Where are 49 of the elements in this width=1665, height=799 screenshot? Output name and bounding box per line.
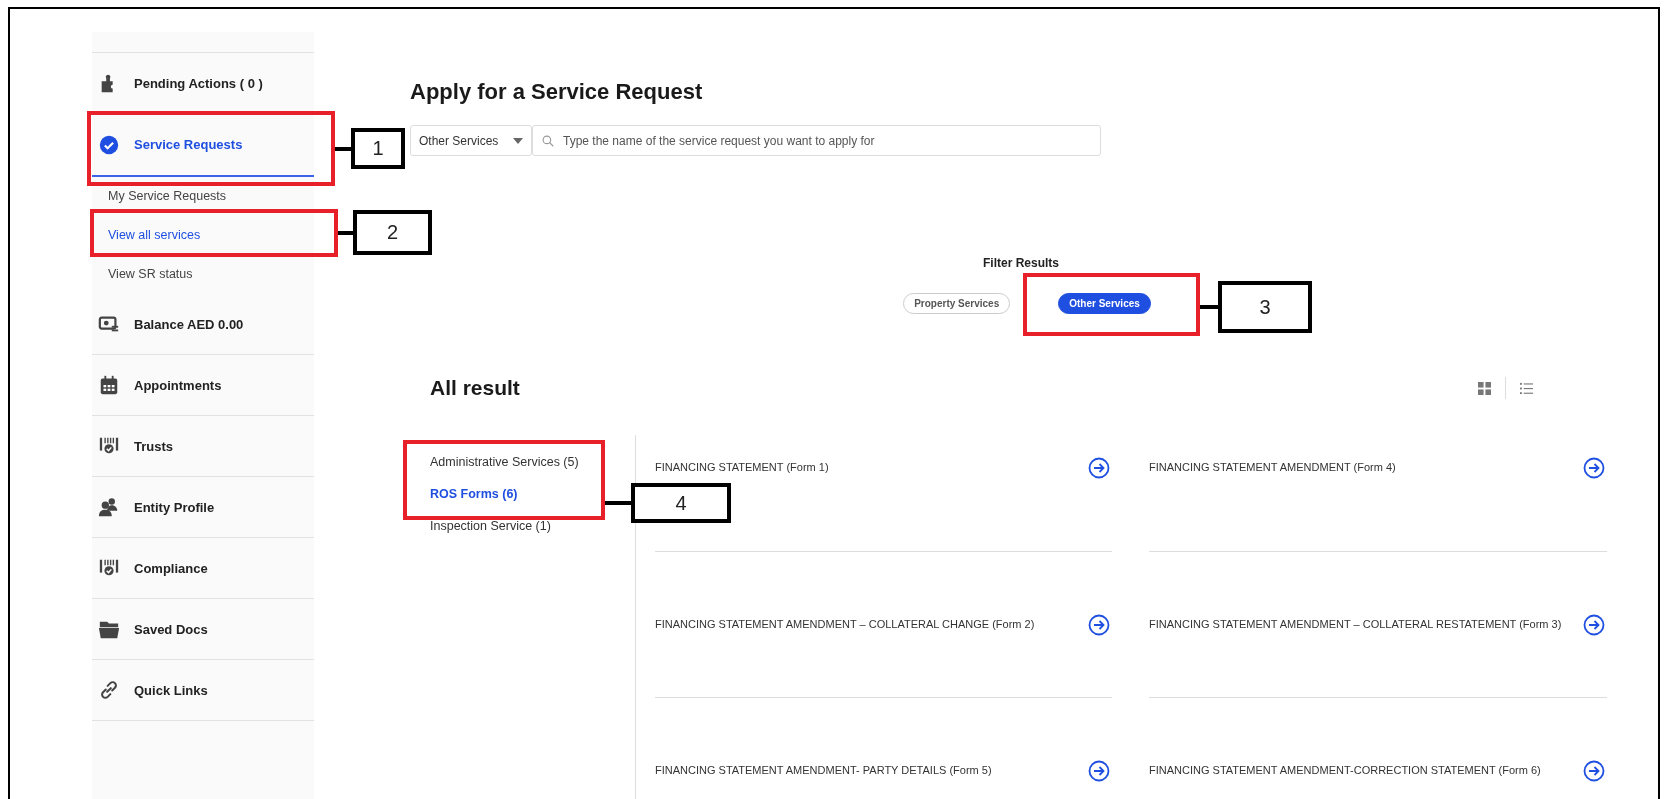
service-name: FINANCING STATEMENT (Form 1) xyxy=(655,460,829,475)
sidebar-subitem[interactable]: View all services xyxy=(108,216,314,255)
callout-number: 2 xyxy=(353,210,432,255)
sidebar-subitem[interactable]: My Service Requests xyxy=(108,177,314,216)
sidebar-item[interactable]: Balance AED 0.00 xyxy=(92,294,314,355)
callout-number: 4 xyxy=(631,483,731,523)
service-item[interactable]: FINANCING STATEMENT AMENDMENT- PARTY DETAILS (Form 5) xyxy=(655,698,1112,799)
sidebar-item[interactable]: Pending Actions ( 0 ) xyxy=(92,53,314,114)
link-icon xyxy=(98,679,120,701)
sidebar-item[interactable]: Saved Docs xyxy=(92,599,314,660)
callout-number: 3 xyxy=(1218,281,1312,333)
service-name: FINANCING STATEMENT AMENDMENT- PARTY DETAILS (Form 5) xyxy=(655,762,992,778)
sidebar-item[interactable]: Trusts xyxy=(92,416,314,477)
service-item[interactable]: FINANCING STATEMENT AMENDMENT – COLLATERAL RESTATEMENT (Form 3) xyxy=(1149,552,1607,698)
filter-chip[interactable]: Other Services xyxy=(1058,293,1151,314)
service-name: FINANCING STATEMENT AMENDMENT (Form 4) xyxy=(1149,460,1396,475)
arrow-right-icon[interactable] xyxy=(1088,457,1110,479)
check-circle-icon xyxy=(98,133,120,156)
page-title: Apply for a Service Request xyxy=(410,79,704,105)
sidebar-subitem[interactable]: View SR status xyxy=(108,255,314,294)
service-name: FINANCING STATEMENT AMENDMENT – COLLATERAL RESTATEMENT (Form 3) xyxy=(1149,616,1562,632)
service-name: FINANCING STATEMENT AMENDMENT-CORRECTION STATEMENT (Form 6) xyxy=(1149,762,1541,778)
service-item[interactable]: FINANCING STATEMENT AMENDMENT – COLLATERAL CHANGE (Form 2) xyxy=(655,552,1112,698)
calendar-icon xyxy=(98,374,120,396)
filter-chip[interactable]: Property Services xyxy=(903,293,1011,314)
results-title: All result xyxy=(430,376,520,400)
grid-view-icon[interactable] xyxy=(1478,381,1491,395)
search-icon xyxy=(542,135,554,147)
sidebar-item[interactable]: Entity Profile xyxy=(92,477,314,538)
arrow-right-icon[interactable] xyxy=(1583,613,1605,636)
list-view-icon[interactable] xyxy=(1520,381,1533,395)
category-dropdown[interactable]: Other Services xyxy=(410,125,532,156)
filter-label: Filter Results xyxy=(983,256,1059,270)
sidebar-item[interactable]: Compliance xyxy=(92,538,314,599)
sidebar-item[interactable]: Quick Links xyxy=(92,660,314,721)
category-link[interactable]: Administrative Services (5) xyxy=(430,455,635,469)
search-field[interactable]: Type the name of the service request you want to apply for xyxy=(532,125,1101,156)
service-item[interactable]: FINANCING STATEMENT AMENDMENT-CORRECTION STATEMENT (Form 6) xyxy=(1149,698,1607,799)
arrow-right-icon[interactable] xyxy=(1088,613,1110,636)
arrow-right-icon[interactable] xyxy=(1088,759,1110,782)
arrow-right-icon[interactable] xyxy=(1583,457,1605,479)
callout-number: 1 xyxy=(351,128,405,169)
people-icon xyxy=(98,496,120,518)
caret-icon xyxy=(513,137,523,144)
sidebar-item[interactable]: Service Requests xyxy=(92,114,314,177)
service-item[interactable]: FINANCING STATEMENT AMENDMENT (Form 4) xyxy=(1149,435,1607,552)
service-name: FINANCING STATEMENT AMENDMENT – COLLATERAL CHANGE (Form 2) xyxy=(655,616,1035,632)
arrow-right-icon[interactable] xyxy=(1583,759,1605,782)
sidebar-item[interactable]: Appointments xyxy=(92,355,314,416)
